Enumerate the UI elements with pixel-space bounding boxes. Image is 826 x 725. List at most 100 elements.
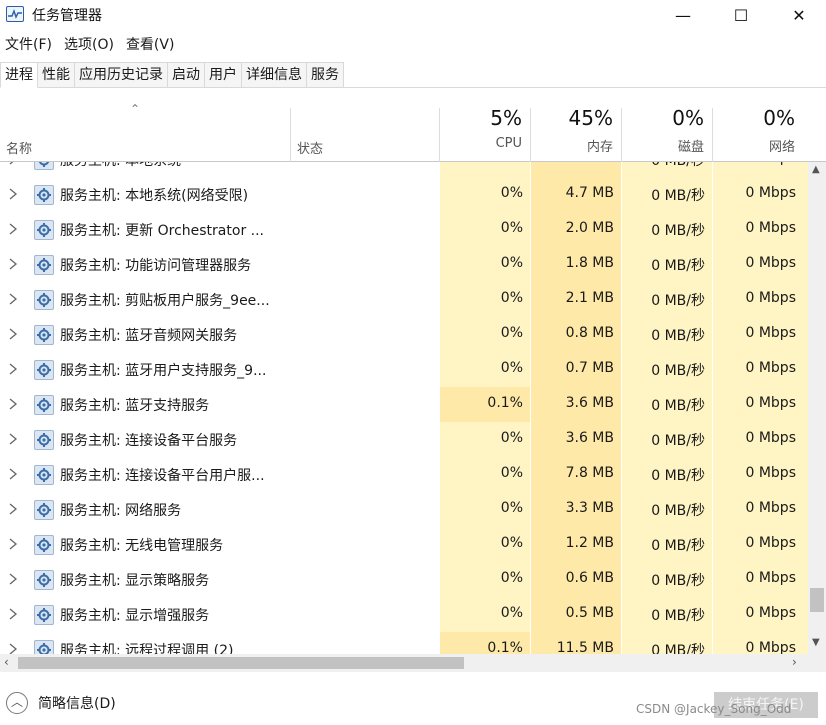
sort-ascending-icon[interactable]: ⌃ — [130, 102, 140, 116]
service-gear-icon — [34, 185, 54, 205]
expand-chevron-icon[interactable] — [8, 432, 18, 446]
expand-chevron-icon[interactable] — [8, 467, 18, 481]
cpu-total-percent: 5% — [490, 106, 522, 130]
table-row[interactable]: 服务主机: 本地系统 0% 1.4 MB 0 MB/秒 0 Mbps — [0, 162, 808, 177]
process-cpu: 0.1% — [487, 395, 523, 411]
process-disk: 0 MB/秒 — [651, 643, 705, 654]
table-row[interactable]: 服务主机: 蓝牙用户支持服务_9... 0% 0.7 MB 0 MB/秒 0 Mbps — [0, 352, 808, 387]
expand-chevron-icon[interactable] — [8, 642, 18, 654]
tab-users[interactable]: 用户 — [205, 62, 242, 88]
column-memory[interactable]: 45% 内存 — [531, 106, 613, 155]
expand-chevron-icon[interactable] — [8, 187, 18, 201]
service-gear-icon — [34, 430, 54, 450]
chevron-up-icon: ︿ — [6, 692, 28, 714]
fewer-details-button[interactable]: ︿ 简略信息(D) — [6, 692, 116, 714]
process-disk: 0 MB/秒 — [651, 293, 705, 309]
tab-startup[interactable]: 启动 — [168, 62, 205, 88]
column-network[interactable]: 0% 网络 — [713, 106, 795, 155]
process-disk: 0 MB/秒 — [651, 398, 705, 414]
expand-chevron-icon[interactable] — [8, 572, 18, 586]
process-rows: 服务主机: 本地系统0%1.4 MB0 MB/秒0 Mbps服务主机: 本地系统… — [0, 162, 808, 654]
table-row[interactable]: 服务主机: 功能访问管理器服务 0% 1.8 MB 0 MB/秒 0 Mbps — [0, 247, 808, 282]
horizontal-scrollbar[interactable]: ‹ › — [0, 654, 808, 672]
expand-chevron-icon[interactable] — [8, 607, 18, 621]
process-disk: 0 MB/秒 — [651, 608, 705, 624]
process-disk: 0 MB/秒 — [651, 258, 705, 274]
expand-chevron-icon[interactable] — [8, 257, 18, 271]
horizontal-scroll-thumb[interactable] — [18, 657, 464, 669]
service-gear-icon — [34, 500, 54, 520]
process-name: 服务主机: 蓝牙支持服务 — [60, 398, 210, 414]
expand-chevron-icon[interactable] — [8, 162, 18, 166]
vertical-scroll-thumb[interactable] — [810, 588, 824, 612]
process-network: 0 Mbps — [745, 220, 796, 236]
process-network: 0 Mbps — [745, 640, 796, 654]
table-row[interactable]: 服务主机: 连接设备平台用户服... 0% 7.8 MB 0 MB/秒 0 Mbps — [0, 457, 808, 492]
process-network: 0 Mbps — [745, 325, 796, 341]
process-name: 服务主机: 蓝牙音频网关服务 — [60, 328, 238, 344]
table-row[interactable]: 服务主机: 本地系统(网络受限) 0% 4.7 MB 0 MB/秒 0 Mbps — [0, 177, 808, 212]
service-gear-icon — [34, 465, 54, 485]
table-row[interactable]: 服务主机: 远程过程调用 (2) 0.1% 11.5 MB 0 MB/秒 0 Mbps — [0, 632, 808, 654]
memory-label: 内存 — [586, 140, 613, 155]
service-gear-icon — [34, 290, 54, 310]
expand-chevron-icon[interactable] — [8, 362, 18, 376]
network-label: 网络 — [768, 140, 795, 155]
process-table[interactable]: 服务主机: 本地系统0%1.4 MB0 MB/秒0 Mbps服务主机: 本地系统… — [0, 162, 808, 654]
expand-chevron-icon[interactable] — [8, 222, 18, 236]
minimize-button[interactable]: — — [660, 0, 706, 30]
expand-chevron-icon[interactable] — [8, 397, 18, 411]
process-network: 0 Mbps — [745, 605, 796, 621]
scroll-down-icon[interactable]: ▼ — [812, 637, 820, 648]
tab-details[interactable]: 详细信息 — [242, 62, 307, 88]
menu-view[interactable]: 查看(V) — [121, 34, 182, 56]
disk-label: 磁盘 — [677, 140, 704, 155]
tab-services[interactable]: 服务 — [307, 62, 344, 88]
table-row[interactable]: 服务主机: 无线电管理服务 0% 1.2 MB 0 MB/秒 0 Mbps — [0, 527, 808, 562]
close-button[interactable]: ✕ — [776, 0, 822, 30]
table-row[interactable]: 服务主机: 显示增强服务 0% 0.5 MB 0 MB/秒 0 Mbps — [0, 597, 808, 632]
process-disk: 0 MB/秒 — [651, 188, 705, 204]
service-gear-icon — [34, 640, 54, 654]
column-header: ⌃ 名称 状态 5% CPU 45% 内存 0% 磁盘 0% 网络 — [0, 88, 826, 162]
expand-chevron-icon[interactable] — [8, 327, 18, 341]
expand-chevron-icon[interactable] — [8, 537, 18, 551]
process-cpu: 0% — [500, 360, 523, 376]
table-row[interactable]: 服务主机: 蓝牙支持服务 0.1% 3.6 MB 0 MB/秒 0 Mbps — [0, 387, 808, 422]
table-row[interactable]: 服务主机: 连接设备平台服务 0% 3.6 MB 0 MB/秒 0 Mbps — [0, 422, 808, 457]
process-cpu: 0.1% — [487, 640, 523, 654]
maximize-button[interactable]: ☐ — [718, 0, 764, 30]
process-name: 服务主机: 网络服务 — [60, 503, 182, 519]
column-disk[interactable]: 0% 磁盘 — [622, 106, 704, 155]
network-total-percent: 0% — [763, 106, 795, 130]
service-gear-icon — [34, 162, 54, 170]
expand-chevron-icon[interactable] — [8, 292, 18, 306]
table-row[interactable]: 服务主机: 蓝牙音频网关服务 0% 0.8 MB 0 MB/秒 0 Mbps — [0, 317, 808, 352]
column-status[interactable]: 状态 — [297, 138, 323, 157]
scroll-up-icon[interactable]: ▲ — [812, 164, 820, 175]
column-name[interactable]: 名称 — [6, 138, 32, 157]
menu-options[interactable]: 选项(O) — [59, 34, 121, 56]
table-row[interactable]: 服务主机: 网络服务 0% 3.3 MB 0 MB/秒 0 Mbps — [0, 492, 808, 527]
cpu-label: CPU — [495, 136, 522, 151]
table-row[interactable]: 服务主机: 更新 Orchestrator ... 0% 2.0 MB 0 MB/秒 0… — [0, 212, 808, 247]
tab-performance[interactable]: 性能 — [38, 62, 75, 88]
scroll-right-icon[interactable]: › — [792, 655, 797, 669]
scroll-left-icon[interactable]: ‹ — [4, 655, 9, 669]
process-name: 服务主机: 本地系统(网络受限) — [60, 188, 249, 204]
process-disk: 0 MB/秒 — [651, 538, 705, 554]
process-disk: 0 MB/秒 — [651, 223, 705, 239]
vertical-scrollbar[interactable]: ▲ ▼ — [808, 162, 826, 654]
menu-file[interactable]: 文件(F) — [0, 34, 59, 56]
process-cpu: 0% — [500, 220, 523, 236]
service-gear-icon — [34, 255, 54, 275]
column-cpu[interactable]: 5% CPU — [440, 106, 522, 151]
tab-app-history[interactable]: 应用历史记录 — [75, 62, 168, 88]
table-row[interactable]: 服务主机: 剪贴板用户服务_9ee... 0% 2.1 MB 0 MB/秒 0 Mbps — [0, 282, 808, 317]
tab-processes[interactable]: 进程 — [0, 62, 38, 88]
column-divider[interactable] — [290, 108, 291, 162]
table-row[interactable]: 服务主机: 显示策略服务 0% 0.6 MB 0 MB/秒 0 Mbps — [0, 562, 808, 597]
expand-chevron-icon[interactable] — [8, 502, 18, 516]
process-network: 0 Mbps — [745, 430, 796, 446]
process-network: 0 Mbps — [745, 290, 796, 306]
